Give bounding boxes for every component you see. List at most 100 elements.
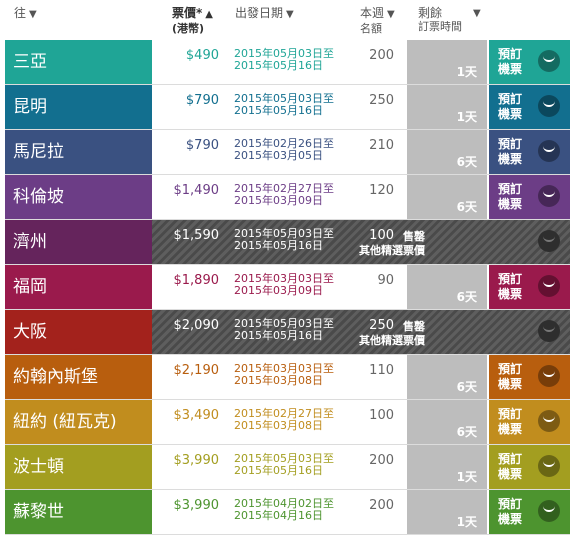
destination-cell[interactable]: 約翰內斯堡 (5, 355, 152, 399)
sort-arrow-up-icon: ▲ (205, 9, 213, 20)
date-range-end: 2015年03月08日 (234, 374, 323, 387)
departure-dates: 2015年02月27日至 2015年03月09日 (234, 183, 334, 207)
remaining-time-cell: 售罄 其他精選票價 (359, 310, 487, 354)
price-cell: $2,090 (173, 318, 220, 333)
destination-cell[interactable]: 蘇黎世 (5, 490, 152, 534)
book-ticket-button[interactable]: 預訂 機票 (489, 355, 570, 399)
table-row: 昆明 $790 2015年05月03日至 2015年05月16日 250 1天 … (5, 85, 570, 130)
book-ticket-button[interactable]: 預訂 機票 (489, 85, 570, 129)
departure-dates: 2015年04月02日至 2015年04月16日 (234, 498, 334, 522)
fare-table: 三亞 $490 2015年05月03日至 2015年05月16日 200 1天 … (5, 40, 570, 535)
remaining-time-cell: 1天 (407, 490, 487, 534)
book-ticket-button[interactable] (489, 310, 570, 354)
book-ticket-label: 預訂 機票 (498, 182, 523, 211)
availability-count: 250 (369, 93, 394, 108)
book-ticket-button[interactable]: 預訂 機票 (489, 400, 570, 444)
header-weekly-availability[interactable]: 本週 ▼ 名額 (360, 6, 395, 36)
book-ticket-button[interactable]: 預訂 機票 (489, 265, 570, 309)
book-ticket-label: 預訂 機票 (498, 47, 523, 76)
departure-dates: 2015年05月03日至 2015年05月16日 (234, 453, 334, 477)
remaining-time-cell: 6天 (407, 355, 487, 399)
table-row: 蘇黎世 $3,990 2015年04月02日至 2015年04月16日 200 … (5, 490, 570, 535)
book-ticket-label: 預訂 機票 (498, 407, 523, 436)
remaining-days: 1天 (456, 515, 477, 529)
departure-dates: 2015年05月03日至 2015年05月16日 (234, 48, 334, 72)
sold-out-label: 售罄 其他精選票價 (359, 230, 425, 257)
smile-icon (538, 455, 560, 477)
header-destination[interactable]: 往 ▼ (14, 6, 37, 22)
sort-arrow-icon: ▼ (286, 9, 294, 20)
date-range-end: 2015年05月16日 (234, 59, 323, 72)
remaining-days: 6天 (456, 155, 477, 169)
sort-arrow-icon: ▼ (387, 9, 395, 20)
remaining-time-cell: 6天 (407, 265, 487, 309)
remaining-time-cell: 1天 (407, 85, 487, 129)
table-row: 濟州 $1,590 2015年05月03日至 2015年05月16日 100 售… (5, 220, 570, 265)
header-price[interactable]: 票價* ▲ (港幣) (172, 6, 213, 36)
book-ticket-button[interactable]: 預訂 機票 (489, 130, 570, 174)
book-ticket-label: 預訂 機票 (498, 497, 523, 526)
availability-count: 100 (369, 408, 394, 423)
destination-cell[interactable]: 波士頓 (5, 445, 152, 489)
smile-icon (538, 500, 560, 522)
header-departure-date[interactable]: 出發日期 ▼ (235, 6, 294, 22)
date-range-end: 2015年04月16日 (234, 509, 323, 522)
remaining-days: 6天 (456, 425, 477, 439)
book-ticket-button[interactable]: 預訂 機票 (489, 490, 570, 534)
book-ticket-label: 預訂 機票 (498, 452, 523, 481)
remaining-time-cell: 1天 (407, 40, 487, 84)
price-cell: $490 (185, 48, 219, 63)
date-range-end: 2015年03月08日 (234, 419, 323, 432)
book-ticket-label: 預訂 機票 (498, 137, 523, 166)
remaining-time-cell: 6天 (407, 400, 487, 444)
price-cell: $1,590 (173, 228, 220, 243)
availability-count: 210 (369, 138, 394, 153)
book-ticket-label: 預訂 機票 (498, 92, 523, 121)
smile-icon (538, 410, 560, 432)
destination-cell[interactable]: 科倫坡 (5, 175, 152, 219)
table-row: 紐約 (紐瓦克) $3,490 2015年02月27日至 2015年03月08日… (5, 400, 570, 445)
availability-count: 200 (369, 48, 394, 63)
remaining-days: 1天 (456, 110, 477, 124)
destination-cell[interactable]: 濟州 (5, 220, 152, 264)
header-remaining-time[interactable]: 剩餘 ▼ 訂票時間 (418, 6, 481, 34)
date-range-end: 2015年05月16日 (234, 104, 323, 117)
availability-count: 200 (369, 453, 394, 468)
book-ticket-button[interactable]: 預訂 機票 (489, 40, 570, 84)
price-cell: $3,490 (173, 408, 220, 423)
remaining-time-cell: 6天 (407, 130, 487, 174)
destination-cell[interactable]: 三亞 (5, 40, 152, 84)
availability-count: 90 (377, 273, 394, 288)
destination-cell[interactable]: 大阪 (5, 310, 152, 354)
book-ticket-button[interactable] (489, 220, 570, 264)
sort-arrow-icon: ▼ (473, 8, 481, 19)
departure-dates: 2015年05月03日至 2015年05月16日 (234, 318, 334, 342)
price-cell: $790 (185, 93, 219, 108)
destination-cell[interactable]: 馬尼拉 (5, 130, 152, 174)
price-cell: $3,990 (173, 498, 220, 513)
sold-out-label: 售罄 其他精選票價 (359, 320, 425, 347)
remaining-days: 6天 (456, 200, 477, 214)
destination-cell[interactable]: 紐約 (紐瓦克) (5, 400, 152, 444)
departure-dates: 2015年05月03日至 2015年05月16日 (234, 228, 334, 252)
departure-dates: 2015年03月03日至 2015年03月08日 (234, 363, 334, 387)
table-row: 波士頓 $3,990 2015年05月03日至 2015年05月16日 200 … (5, 445, 570, 490)
price-cell: $1,890 (173, 273, 220, 288)
destination-cell[interactable]: 昆明 (5, 85, 152, 129)
book-ticket-button[interactable]: 預訂 機票 (489, 445, 570, 489)
date-range-end: 2015年03月05日 (234, 149, 323, 162)
price-cell: $2,190 (173, 363, 220, 378)
date-range-end: 2015年03月09日 (234, 284, 323, 297)
remaining-time-cell: 6天 (407, 175, 487, 219)
destination-cell[interactable]: 福岡 (5, 265, 152, 309)
smile-icon (538, 185, 560, 207)
table-row: 科倫坡 $1,490 2015年02月27日至 2015年03月09日 120 … (5, 175, 570, 220)
availability-count: 200 (369, 498, 394, 513)
book-ticket-button[interactable]: 預訂 機票 (489, 175, 570, 219)
table-row: 大阪 $2,090 2015年05月03日至 2015年05月16日 250 售… (5, 310, 570, 355)
price-cell: $790 (185, 138, 219, 153)
departure-dates: 2015年02月27日至 2015年03月08日 (234, 408, 334, 432)
smile-icon (538, 320, 560, 342)
smile-icon (538, 365, 560, 387)
date-range-end: 2015年05月16日 (234, 464, 323, 477)
